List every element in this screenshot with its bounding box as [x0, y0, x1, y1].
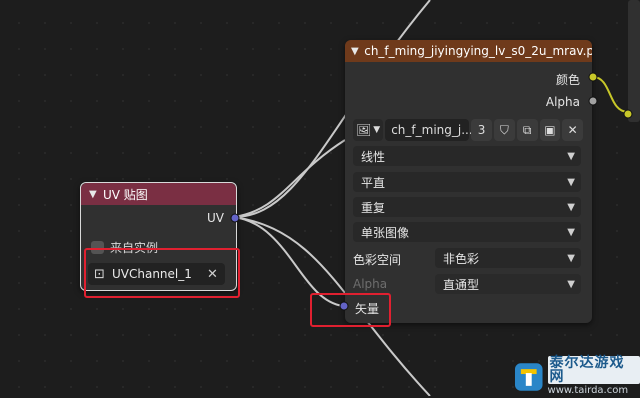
vector-input-highlight-box: [310, 293, 391, 327]
alpha-output-socket[interactable]: [587, 95, 599, 107]
unlink-close-icon[interactable]: ✕: [562, 119, 584, 141]
image-icon: 🖼: [356, 123, 372, 137]
fake-user-shield-icon[interactable]: ⛉: [493, 119, 515, 141]
uv-map-node-title: UV 贴图: [103, 187, 148, 202]
image-texture-node[interactable]: ▼ ch_f_ming_jiyingying_lv_s0_2u_mrav.p..…: [345, 40, 592, 323]
uv-output-label: UV: [207, 211, 224, 225]
chevron-down-icon: ▼: [567, 252, 575, 264]
projection-dropdown[interactable]: 平直 ▼: [353, 172, 581, 192]
chevron-down-icon: ▼: [567, 176, 575, 188]
source-dropdown[interactable]: 单张图像 ▼: [353, 222, 581, 242]
uv-output-socket[interactable]: [229, 212, 241, 224]
open-folder-icon[interactable]: ▣: [539, 119, 561, 141]
color-space-value: 非色彩: [443, 251, 480, 266]
alpha-output-label: Alpha: [545, 95, 580, 109]
source-value: 单张图像: [361, 225, 410, 240]
image-browse-button[interactable]: 🖼 ▼: [353, 119, 384, 141]
collapse-chevron-icon[interactable]: ▼: [351, 46, 364, 57]
offscreen-socket: [623, 109, 633, 119]
image-node-header[interactable]: ▼ ch_f_ming_jiyingying_lv_s0_2u_mrav.p..…: [345, 40, 592, 62]
interpolation-dropdown[interactable]: 线性 ▼: [353, 146, 581, 166]
projection-value: 平直: [361, 175, 386, 190]
duplicate-icon[interactable]: ⧉: [516, 119, 538, 141]
extension-dropdown[interactable]: 重复 ▼: [353, 197, 581, 217]
image-selector: 🖼 ▼ ch_f_ming_j... 3 ⛉ ⧉ ▣ ✕: [353, 119, 584, 141]
uv-map-node-header[interactable]: ▼ UV 贴图: [81, 183, 236, 205]
uv-map-highlight-box: [84, 248, 240, 298]
image-name-field[interactable]: ch_f_ming_j...: [385, 119, 473, 141]
chevron-down-icon: ▼: [373, 125, 381, 135]
watermark-title: 泰尔达游戏网: [547, 356, 640, 384]
tairda-logo-icon: [514, 363, 543, 391]
interpolation-value: 线性: [361, 149, 386, 164]
collapse-chevron-icon[interactable]: ▼: [89, 189, 103, 200]
chevron-down-icon: ▼: [567, 150, 575, 162]
color-output-label: 颜色: [555, 73, 580, 87]
site-watermark: 泰尔达游戏网 www.tairda.com: [514, 356, 640, 398]
alpha-label: Alpha: [353, 277, 388, 291]
chevron-down-icon: ▼: [567, 278, 575, 290]
chevron-down-icon: ▼: [567, 201, 575, 213]
extension-value: 重复: [361, 200, 386, 215]
color-space-dropdown[interactable]: 非色彩 ▼: [435, 248, 581, 268]
offscreen-node-edge: [628, 0, 640, 122]
link-uv-top: [233, 139, 346, 218]
color-space-label: 色彩空间: [353, 253, 402, 267]
image-node-title: ch_f_ming_jiyingying_lv_s0_2u_mrav.p...: [364, 44, 592, 58]
user-count[interactable]: 3: [471, 119, 492, 141]
alpha-mode-value: 直通型: [443, 277, 480, 292]
color-output-socket[interactable]: [587, 71, 599, 83]
alpha-mode-dropdown[interactable]: 直通型 ▼: [435, 274, 581, 294]
chevron-down-icon: ▼: [567, 226, 575, 238]
